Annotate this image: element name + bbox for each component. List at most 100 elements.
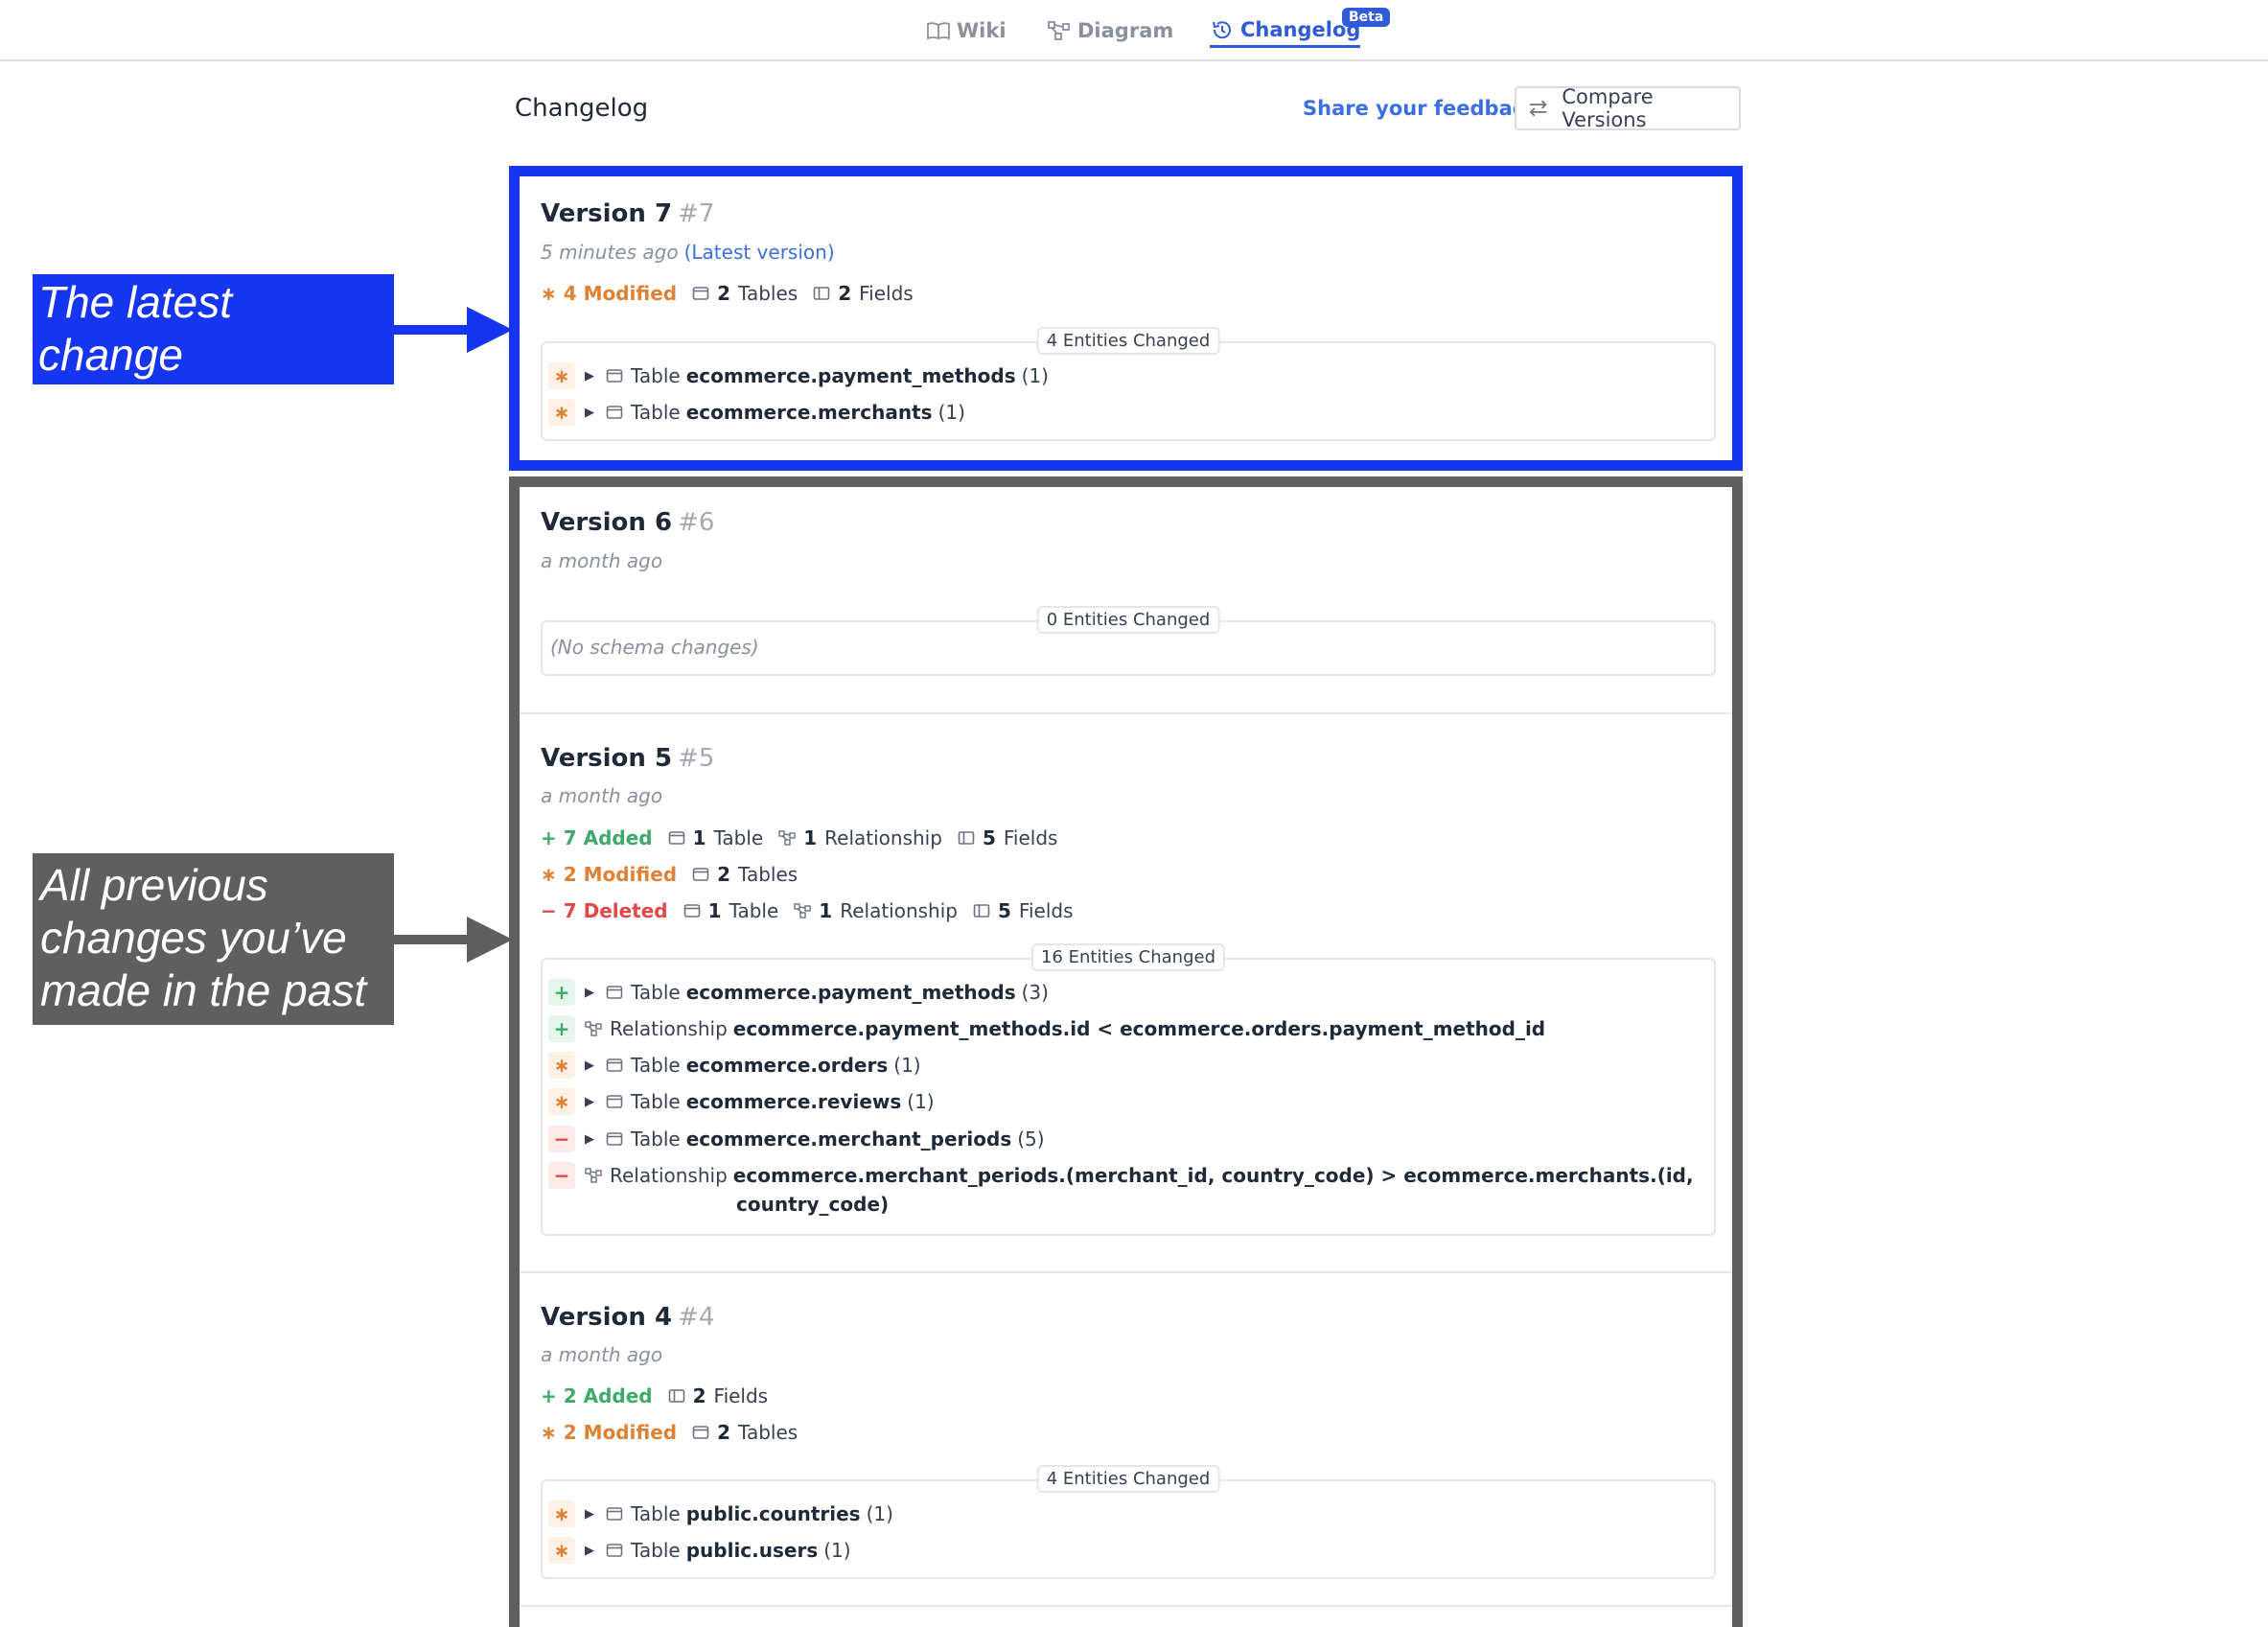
deleted-tag: − 7 Deleted (541, 899, 668, 922)
expand-caret-icon[interactable]: ▶ (585, 369, 594, 384)
callout-line: changes you’ve (40, 913, 347, 963)
relationship-name-line2: country_code) (736, 1193, 890, 1216)
entity-row[interactable]: − Relationship ecommerce.merchant_periods.… (548, 1162, 1694, 1189)
entity-name: public.users (685, 1539, 819, 1562)
table-icon (606, 1058, 623, 1073)
version-number: #6 (678, 508, 715, 537)
entity-count: (3) (1021, 981, 1049, 1004)
entity-count: (1) (1021, 364, 1049, 387)
summary-count: 1 (707, 899, 722, 922)
entity-row[interactable]: + ▶ Table ecommerce.payment_methods (3) (548, 979, 1049, 1006)
history-icon (1213, 20, 1231, 38)
summary-count: 1 (803, 826, 818, 849)
tab-wiki-label: Wiki (957, 19, 1007, 42)
entity-kind: Table (631, 1054, 681, 1077)
table-icon (692, 1425, 709, 1440)
table-icon (606, 1543, 623, 1558)
entity-name: ecommerce.payment_methods (685, 981, 1016, 1004)
table-icon (606, 1131, 623, 1147)
entity-row[interactable]: + Relationship ecommerce.payment_methods.i… (548, 1015, 1545, 1042)
expand-caret-icon[interactable]: ▶ (585, 1095, 594, 1109)
entities-box: 4 Entities Changed ∗ ▶ Table ecommerce.paym… (541, 327, 1716, 441)
top-nav: Wiki Diagram Changelog Beta (0, 0, 2268, 61)
summary-unit: Fields (713, 1384, 769, 1407)
entity-count: (1) (907, 1090, 935, 1113)
expand-caret-icon[interactable]: ▶ (585, 1132, 594, 1147)
table-icon (606, 985, 623, 1000)
entity-row[interactable]: − ▶ Table ecommerce.merchant_periods (5) (548, 1126, 1045, 1152)
deleted-badge: − (548, 1126, 575, 1152)
entity-row[interactable]: ∗ ▶ Table public.users (1) (548, 1537, 851, 1564)
version-label: Version 7 (541, 199, 673, 228)
version-title: Version 6 #6 (541, 508, 714, 537)
expand-caret-icon[interactable]: ▶ (585, 406, 594, 420)
tab-wiki[interactable]: Wiki (926, 13, 1007, 48)
entity-kind: Table (631, 1127, 681, 1151)
summary-unit: Fields (1018, 899, 1074, 922)
summary-count: 2 (717, 1421, 731, 1444)
summary-count: 2 (717, 863, 731, 886)
entity-row[interactable]: ∗ ▶ Table public.countries (1) (548, 1500, 893, 1527)
entity-kind: Table (631, 1502, 681, 1525)
latest-arrow-icon (394, 307, 513, 353)
expand-caret-icon[interactable]: ▶ (585, 1507, 594, 1522)
summary-unit: Fields (859, 282, 914, 305)
summary-unit: Tables (738, 1421, 798, 1444)
divider (520, 1271, 1732, 1273)
no-changes-text: (No schema changes) (550, 636, 759, 659)
added-badge: + (548, 979, 575, 1006)
tab-diagram-label: Diagram (1077, 19, 1174, 42)
entities-changed-label: 4 Entities Changed (1036, 1465, 1220, 1493)
modified-badge: ∗ (548, 362, 575, 389)
modified-badge: ∗ (548, 1500, 575, 1527)
compare-versions-button[interactable]: Compare Versions (1515, 85, 1741, 131)
summary-unit: Fields (1003, 826, 1058, 849)
relationship-icon (794, 903, 811, 918)
version-time: 5 minutes ago (Latest version) (541, 241, 835, 264)
relationship-name-continued: country_code) (730, 1193, 889, 1216)
summary-line: ∗ 2 Modified 2 Tables (541, 1421, 798, 1444)
entity-kind: Relationship (610, 1164, 728, 1187)
divider (520, 1605, 1732, 1607)
expand-caret-icon[interactable]: ▶ (585, 1544, 594, 1558)
version-number: #7 (678, 199, 715, 228)
version-label: Version 5 (541, 744, 673, 773)
expand-caret-icon[interactable]: ▶ (585, 986, 594, 1000)
entity-count: (1) (937, 401, 965, 424)
divider (520, 712, 1732, 714)
summary-line: ∗ 2 Modified 2 Tables (541, 863, 798, 886)
entity-row[interactable]: ∗ ▶ Table ecommerce.merchants (1) (548, 399, 965, 426)
entity-kind: Table (631, 364, 681, 387)
entity-row[interactable]: ∗ ▶ Table ecommerce.orders (1) (548, 1052, 921, 1079)
entity-row[interactable]: ∗ ▶ Table ecommerce.reviews (1) (548, 1088, 935, 1115)
modified-badge: ∗ (548, 1088, 575, 1115)
book-icon (927, 22, 950, 40)
version-title: Version 5 #5 (541, 744, 714, 773)
version-time: a month ago (541, 1343, 662, 1366)
entity-count: (5) (1017, 1127, 1045, 1151)
entity-row[interactable]: ∗ ▶ Table ecommerce.payment_methods (1) (548, 362, 1049, 389)
entities-changed-label: 0 Entities Changed (1036, 606, 1220, 634)
expand-caret-icon[interactable]: ▶ (585, 1058, 594, 1073)
summary-count: 5 (997, 899, 1011, 922)
summary-unit: Tables (738, 863, 798, 886)
latest-version-link[interactable]: (Latest version) (684, 241, 835, 264)
share-feedback-link[interactable]: Share your feedback (1303, 97, 1538, 120)
field-icon (813, 286, 830, 301)
entities-box: 16 Entities Changed + ▶ Table ecommerce.pay… (541, 943, 1716, 1236)
summary-unit: Table (713, 826, 764, 849)
diagram-icon (1048, 21, 1070, 40)
tab-changelog[interactable]: Changelog (1210, 13, 1361, 48)
summary-unit: Relationship (824, 826, 942, 849)
table-icon (683, 903, 701, 918)
version-timestamp: 5 minutes ago (541, 241, 679, 264)
added-tag: + 2 Added (541, 1384, 653, 1407)
modified-tag: ∗ 2 Modified (541, 1421, 678, 1444)
callout-line: you’ve just made (38, 383, 370, 432)
field-icon (973, 903, 990, 918)
entity-kind: Table (631, 1539, 681, 1562)
tab-diagram[interactable]: Diagram (1047, 13, 1173, 48)
version-timestamp: a month ago (541, 549, 663, 572)
summary-count: 1 (692, 826, 706, 849)
entities-box: 4 Entities Changed ∗ ▶ Table public.countri… (541, 1465, 1716, 1579)
